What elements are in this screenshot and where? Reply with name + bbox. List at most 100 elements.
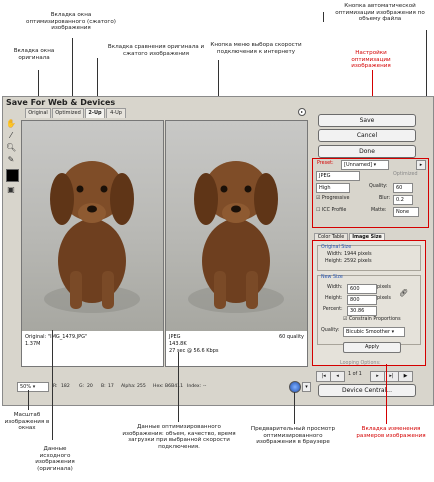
- done-button[interactable]: Done: [318, 145, 416, 158]
- g-label: G:: [79, 384, 85, 389]
- height-unit: pixels: [377, 296, 391, 301]
- percent-input[interactable]: 30.86: [347, 306, 377, 316]
- original-size-title: Original Size: [321, 245, 352, 250]
- annotation-auto-optimize: Кнопка автоматической оптимизации изобра…: [335, 3, 425, 23]
- toolbox: ✋ ⁄ 🔍︎ ✎ ▣: [5, 119, 19, 239]
- annotation-settings: Настройки оптимизации изображения: [351, 50, 391, 70]
- next-frame-button[interactable]: ▸: [370, 371, 385, 382]
- speed-menu-icon[interactable]: ▸: [298, 108, 306, 116]
- height-input[interactable]: 800: [347, 295, 377, 305]
- first-frame-button[interactable]: |◂: [316, 371, 331, 382]
- hex-value: B6B411: [165, 384, 183, 389]
- annotation-preview: Предварительный просмотр оптимизированно…: [250, 426, 336, 446]
- index-value: --: [203, 384, 207, 389]
- resample-quality-select[interactable]: Bicubic Smoother ▾: [343, 327, 405, 337]
- settings-menu-icon[interactable]: ▸: [416, 160, 426, 170]
- b-value: 17: [108, 384, 114, 389]
- save-button[interactable]: Save: [318, 114, 416, 127]
- annotation-compare-tab: Вкладка сравнения оригинала и сжатого из…: [107, 44, 205, 57]
- toggle-slices-icon[interactable]: ▣: [6, 185, 16, 195]
- preset-select[interactable]: [Unnamed] ▾: [341, 160, 389, 170]
- puppy-image: [44, 161, 140, 313]
- b-label: B:: [101, 384, 106, 389]
- annotation-line: [294, 392, 295, 424]
- format-value: JPEG: [319, 173, 331, 179]
- hex-label: Hex:: [153, 384, 164, 389]
- eyedropper-color-swatch[interactable]: [6, 169, 19, 182]
- original-width: Width: 1944 pixels: [327, 252, 372, 257]
- optimized-image-pane: JPEG 143.8K 27 sec @ 56.6 Kbps 60 qualit…: [165, 120, 308, 367]
- optimized-info-size: 143.8K: [169, 341, 187, 347]
- percent-label: Percent:: [323, 307, 343, 312]
- annotation-size-tab: Вкладка изменения размеров изображения: [356, 426, 426, 439]
- r-label: R:: [53, 384, 58, 389]
- format-select[interactable]: JPEG: [316, 171, 360, 181]
- constrain-label: Constrain Proportions: [348, 317, 401, 322]
- alpha-value: 255: [137, 384, 146, 389]
- width-label: Width:: [327, 285, 343, 290]
- matte-value: None: [396, 209, 410, 215]
- quality-input[interactable]: 60: [393, 183, 413, 193]
- annotation-speed-menu: Кнопка меню выбора скорости подключения …: [210, 42, 302, 55]
- annotation-original-tab: Вкладка окна оригинала: [13, 48, 55, 61]
- tab-4-up[interactable]: 4-Up: [106, 108, 126, 118]
- constrain-checkbox[interactable]: ☑ Constrain Proportions: [343, 317, 401, 323]
- width-value: 600: [350, 286, 360, 292]
- preset-value: [Unnamed]: [344, 162, 373, 168]
- annotation-line: [323, 12, 324, 22]
- tab-original[interactable]: Original: [25, 108, 51, 118]
- window-title: Save For Web & Devices: [6, 98, 116, 107]
- annotation-zoom: Масштаб изображения в окнах: [4, 412, 50, 432]
- optimized-checkbox-label[interactable]: Optimized: [393, 172, 418, 178]
- annotation-optimized-data: Данные оптимизированного изображения: об…: [122, 424, 236, 450]
- width-input[interactable]: 600: [347, 284, 377, 294]
- compression-select[interactable]: High: [316, 183, 350, 193]
- annotation-optimized-tab: Вкладка окна оптимизированного (сжатого)…: [26, 12, 116, 32]
- optimization-settings: Preset: [Unnamed] ▾ ▸ JPEG Optimized Hig…: [312, 158, 429, 228]
- browser-menu-chevron-icon[interactable]: ▾: [302, 382, 311, 392]
- apply-button[interactable]: Apply: [343, 342, 401, 353]
- annotation-line: [28, 390, 29, 410]
- height-value: 800: [350, 297, 360, 303]
- optimized-info-format: JPEG: [169, 334, 181, 340]
- percent-value: 30.86: [350, 308, 365, 314]
- hand-tool-icon[interactable]: ✋: [6, 119, 16, 129]
- new-size-title: New Size: [321, 275, 343, 280]
- tab-2-up[interactable]: 2-Up: [85, 108, 105, 118]
- quality-label: Quality:: [369, 184, 388, 189]
- resample-quality-value: Bicubic Smoother: [346, 329, 391, 335]
- status-bar: 50% ▾ R: 182 G: 20 B: 17 Alpha: 255 Hex:…: [17, 382, 302, 392]
- puppy-image: [188, 161, 284, 313]
- cancel-button[interactable]: Cancel: [318, 129, 416, 142]
- original-info-name: Original: "IMG_1479.JPG": [25, 334, 88, 340]
- optimized-info-quality: 60 quality: [278, 334, 304, 340]
- prev-frame-button[interactable]: ◂: [330, 371, 345, 382]
- looping-label: Looping Options:: [340, 361, 381, 366]
- matte-select[interactable]: None: [393, 207, 419, 217]
- index-label: Index:: [187, 384, 202, 389]
- slice-select-tool-icon[interactable]: ⁄: [6, 131, 16, 141]
- alpha-label: Alpha:: [121, 384, 136, 389]
- device-central-button[interactable]: Device Central...: [318, 384, 416, 397]
- zoom-tool-icon[interactable]: 🔍︎: [6, 143, 16, 153]
- play-button[interactable]: ▶: [398, 371, 413, 382]
- matte-label: Matte:: [371, 208, 387, 213]
- eyedropper-tool-icon[interactable]: ✎: [6, 155, 16, 165]
- resample-quality-label: Quality:: [321, 328, 340, 333]
- zoom-select[interactable]: 50% ▾: [17, 382, 49, 392]
- compression-value: High: [319, 185, 331, 191]
- preset-label: Preset:: [317, 161, 334, 166]
- optimized-image: [166, 121, 307, 331]
- original-image-pane: Original: "IMG_1479.JPG" 1.37M: [21, 120, 164, 367]
- blur-label: Blur:: [379, 196, 391, 201]
- blur-value: 0.2: [396, 197, 404, 203]
- browser-preview-button[interactable]: [289, 381, 301, 393]
- progressive-checkbox[interactable]: ☑ Progressive: [316, 196, 349, 202]
- tab-optimized[interactable]: Optimized: [52, 108, 84, 118]
- icc-checkbox[interactable]: ☐ ICC Profile: [316, 208, 346, 214]
- annotation-original-data: Данные исходного изображения (оригинала): [35, 446, 75, 472]
- width-unit: pixels: [377, 285, 391, 290]
- blur-input[interactable]: 0.2: [393, 195, 413, 205]
- annotation-line: [178, 352, 179, 422]
- icc-label: ICC Profile: [321, 208, 347, 213]
